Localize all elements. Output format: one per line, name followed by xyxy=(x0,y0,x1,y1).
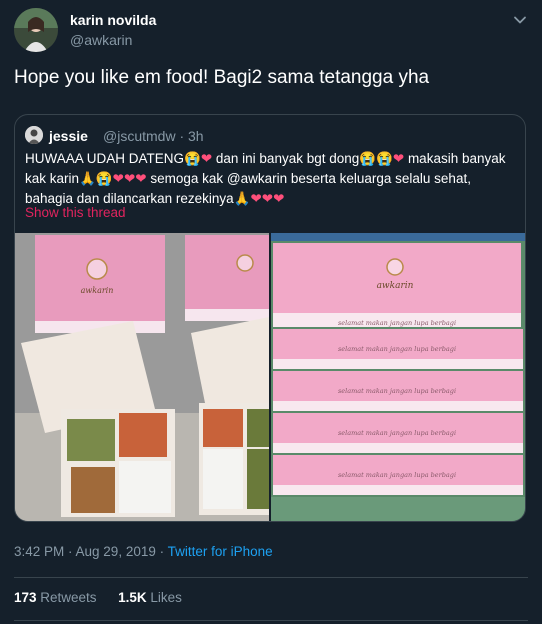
author-name[interactable]: karin novilda xyxy=(70,12,156,28)
heart-emoji: ❤ xyxy=(200,151,213,166)
heart-emoji: ❤❤❤ xyxy=(250,191,285,206)
likes-label: Likes xyxy=(146,590,182,605)
box-script-label: selamat makan jangan lupa berbagi xyxy=(338,429,456,437)
quoted-tweet[interactable]: jessie @jscutmdw · 3h HUWAAA UDAH DATENG… xyxy=(14,114,526,522)
author-avatar[interactable] xyxy=(14,8,58,52)
likes-stat[interactable]: 1.5K Likes xyxy=(118,590,182,605)
divider xyxy=(14,620,528,621)
quoted-author-meta: @jscutmdw · 3h xyxy=(103,128,204,144)
show-thread-link[interactable]: Show this thread xyxy=(25,205,126,220)
quoted-text-segment: semoga kak @awkarin beserta keluarga sel… xyxy=(146,171,471,186)
tweet-timestamp: 3:42 PM · Aug 29, 2019 · Twitter for iPh… xyxy=(14,544,273,559)
box-script-label: selamat makan jangan lupa berbagi xyxy=(338,387,456,395)
box-brand-label: awkarin xyxy=(377,281,414,291)
quoted-text-segment: makasih banyak xyxy=(404,151,506,166)
quoted-text-segment: kak karin🙏😭 xyxy=(25,171,113,186)
quoted-author-avatar[interactable] xyxy=(25,126,43,144)
box-script-label: selamat makan jangan lupa berbagi xyxy=(338,471,456,479)
retweets-stat[interactable]: 173 Retweets xyxy=(14,590,97,605)
retweets-count: 173 xyxy=(14,590,37,605)
tweet-text: Hope you like em food! Bagi2 sama tetang… xyxy=(14,67,430,88)
heart-emoji: ❤ xyxy=(392,151,405,166)
divider xyxy=(14,577,528,578)
author-handle[interactable]: @awkarin xyxy=(70,32,132,48)
quoted-photo-1[interactable]: awkarin xyxy=(15,233,269,521)
tweet-stats: 173 Retweets 1.5K Likes xyxy=(14,590,182,605)
retweets-label: Retweets xyxy=(36,590,97,605)
box-brand-label: awkarin xyxy=(81,286,114,295)
tweet: karin novilda @awkarin Hope you like em … xyxy=(0,0,542,624)
box-script-label: selamat makan jangan lupa berbagi xyxy=(338,319,456,327)
quoted-text-segment: dan ini banyak bgt dong😭😭 xyxy=(212,151,393,166)
quoted-text-segment: HUWAAA UDAH DATENG😭 xyxy=(25,151,201,166)
quoted-author-name[interactable]: jessie xyxy=(49,128,88,144)
timestamp-text[interactable]: 3:42 PM · Aug 29, 2019 · xyxy=(14,544,168,559)
box-script-label: selamat makan jangan lupa berbagi xyxy=(338,345,456,353)
quoted-tweet-text: HUWAAA UDAH DATENG😭❤ dan ini banyak bgt … xyxy=(25,149,515,209)
quoted-photo-2[interactable]: awkarin selamat makan jangan lupa berbag… xyxy=(271,233,525,521)
heart-emoji: ❤❤❤ xyxy=(112,171,147,186)
source-link[interactable]: Twitter for iPhone xyxy=(168,544,273,559)
quoted-text-segment: bahagia dan dilancarkan rezekinya🙏 xyxy=(25,191,251,206)
chevron-down-icon[interactable] xyxy=(512,12,528,28)
likes-count: 1.5K xyxy=(118,590,147,605)
